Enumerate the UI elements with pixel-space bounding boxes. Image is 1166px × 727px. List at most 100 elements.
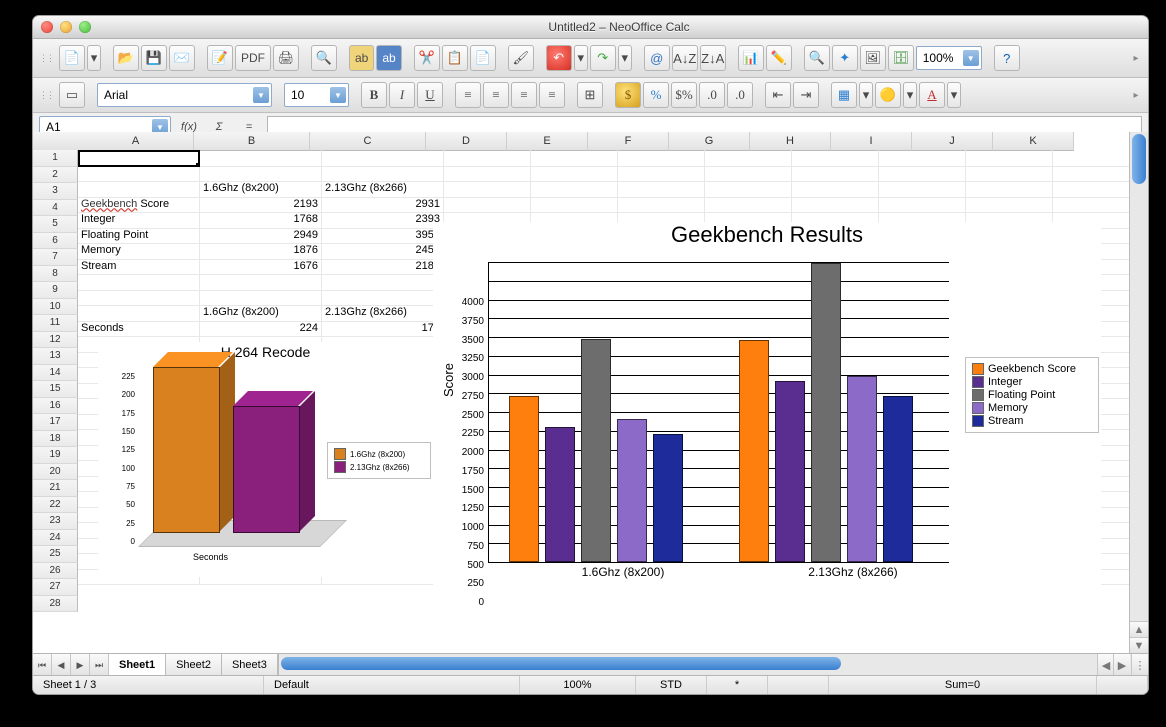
cell[interactable] [78, 166, 200, 183]
row-header[interactable]: 3 [33, 183, 78, 200]
cell[interactable] [200, 150, 322, 167]
row-header[interactable]: 4 [33, 200, 78, 217]
col-header[interactable]: B [194, 132, 310, 151]
export-pdf-button[interactable]: PDF [235, 45, 271, 71]
datasources-button[interactable]: 🗄 [888, 45, 914, 71]
cell[interactable] [200, 274, 322, 291]
row-header[interactable]: 7 [33, 249, 78, 266]
font-color-menu[interactable]: ▾ [947, 82, 961, 108]
scroll-thumb[interactable] [281, 657, 841, 670]
scroll-left-icon[interactable]: ◀ [1097, 654, 1114, 676]
status-mode[interactable]: STD [636, 676, 707, 694]
copy-button[interactable]: 📋 [442, 45, 468, 71]
cell[interactable] [705, 166, 792, 183]
row-header[interactable]: 17 [33, 414, 78, 431]
toolbar-grip[interactable]: ⋮⋮ [39, 90, 57, 101]
cell[interactable] [879, 181, 966, 198]
new-doc-button[interactable]: 📄 [59, 45, 85, 71]
number-std-button[interactable]: $% [671, 82, 697, 108]
cell[interactable]: 2457 [322, 243, 444, 260]
font-select[interactable]: Arial ▼ [97, 83, 272, 107]
cell[interactable] [792, 150, 879, 167]
row-header[interactable]: 20 [33, 464, 78, 481]
del-decimal-button[interactable]: .0 [727, 82, 753, 108]
cell[interactable] [78, 305, 200, 322]
open-button[interactable]: 📂 [113, 45, 139, 71]
tab-nav-prev[interactable]: ◀ [52, 654, 71, 676]
row-header[interactable]: 18 [33, 431, 78, 448]
vertical-scrollbar[interactable]: ▲ ▼ [1129, 132, 1148, 654]
redo-menu[interactable]: ▾ [618, 45, 632, 71]
cell[interactable] [966, 150, 1053, 167]
close-icon[interactable] [41, 21, 53, 33]
borders-button[interactable]: ▦ [831, 82, 857, 108]
titlebar[interactable]: Untitled2 – NeoOffice Calc [33, 16, 1148, 39]
format-paint-button[interactable]: 🖌 [508, 45, 534, 71]
cell[interactable]: Floating Point [78, 228, 200, 245]
scroll-down-icon[interactable]: ▼ [1130, 637, 1148, 654]
cell[interactable]: 2.13Ghz (8x266) [322, 305, 444, 322]
cell[interactable]: 1676 [200, 259, 322, 276]
cell[interactable] [200, 166, 322, 183]
cell[interactable] [78, 181, 200, 198]
cell[interactable]: 3954 [322, 228, 444, 245]
cell[interactable] [618, 166, 705, 183]
col-header[interactable]: F [588, 132, 669, 151]
bold-button[interactable]: B [361, 82, 387, 108]
select-all-corner[interactable] [33, 132, 79, 151]
sort-asc-button[interactable]: A↓Z [672, 45, 698, 71]
cell[interactable] [792, 197, 879, 214]
tab-nav-last[interactable]: ⏭ [90, 654, 109, 676]
cell[interactable] [618, 150, 705, 167]
scroll-up-icon[interactable]: ▲ [1130, 621, 1148, 638]
cell[interactable] [78, 274, 200, 291]
minimize-icon[interactable] [60, 21, 72, 33]
horizontal-scrollbar[interactable]: ◀ ▶ ⋮ [278, 654, 1148, 676]
toolbar-overflow[interactable]: ▸ [1130, 86, 1142, 104]
new-doc-menu[interactable]: ▾ [87, 45, 101, 71]
cell[interactable]: Memory [78, 243, 200, 260]
align-left-button[interactable]: ≡ [455, 82, 481, 108]
cell[interactable] [444, 166, 531, 183]
dec-indent-button[interactable]: ⇤ [765, 82, 791, 108]
row-header[interactable]: 28 [33, 596, 78, 613]
sheet-tab[interactable]: Sheet3 [222, 654, 278, 676]
cell[interactable]: Seconds [78, 321, 200, 338]
row-header[interactable]: 16 [33, 398, 78, 415]
percent-button[interactable]: % [643, 82, 669, 108]
status-resize-grip[interactable] [1097, 676, 1148, 694]
cell[interactable] [444, 181, 531, 198]
cell[interactable] [444, 150, 531, 167]
cell[interactable] [531, 181, 618, 198]
paste-button[interactable]: 📄 [470, 45, 496, 71]
cell[interactable] [78, 150, 200, 167]
align-center-button[interactable]: ≡ [483, 82, 509, 108]
cell[interactable] [966, 166, 1053, 183]
cell[interactable]: 1.6Ghz (8x200) [200, 181, 322, 198]
row-header[interactable]: 24 [33, 530, 78, 547]
cell[interactable] [1053, 181, 1130, 198]
cell[interactable] [966, 197, 1053, 214]
cell[interactable] [1053, 197, 1130, 214]
cell[interactable]: 2.13Ghz (8x266) [322, 181, 444, 198]
chart-geekbench[interactable]: Geekbench Results Score 0250500750100012… [433, 222, 1101, 592]
row-header[interactable]: 1 [33, 150, 78, 167]
cell[interactable] [322, 290, 444, 307]
row-header[interactable]: 23 [33, 513, 78, 530]
cell[interactable] [78, 290, 200, 307]
col-header[interactable]: H [750, 132, 831, 151]
styles-button[interactable]: ▭ [59, 82, 85, 108]
cell[interactable] [879, 166, 966, 183]
sheet-tab[interactable]: Sheet1 [109, 654, 166, 676]
cell[interactable]: 2931 [322, 197, 444, 214]
tab-nav-first[interactable]: ⏮ [33, 654, 52, 676]
col-header[interactable]: C [310, 132, 426, 151]
row-header[interactable]: 6 [33, 233, 78, 250]
bg-color-menu[interactable]: ▾ [903, 82, 917, 108]
split-handle[interactable]: ⋮ [1131, 654, 1148, 676]
spellcheck-auto-button[interactable]: ab [376, 45, 401, 71]
row-header[interactable]: 5 [33, 216, 78, 233]
save-button[interactable]: 💾 [141, 45, 167, 71]
row-header[interactable]: 10 [33, 299, 78, 316]
merge-cells-button[interactable]: ⊞ [577, 82, 603, 108]
